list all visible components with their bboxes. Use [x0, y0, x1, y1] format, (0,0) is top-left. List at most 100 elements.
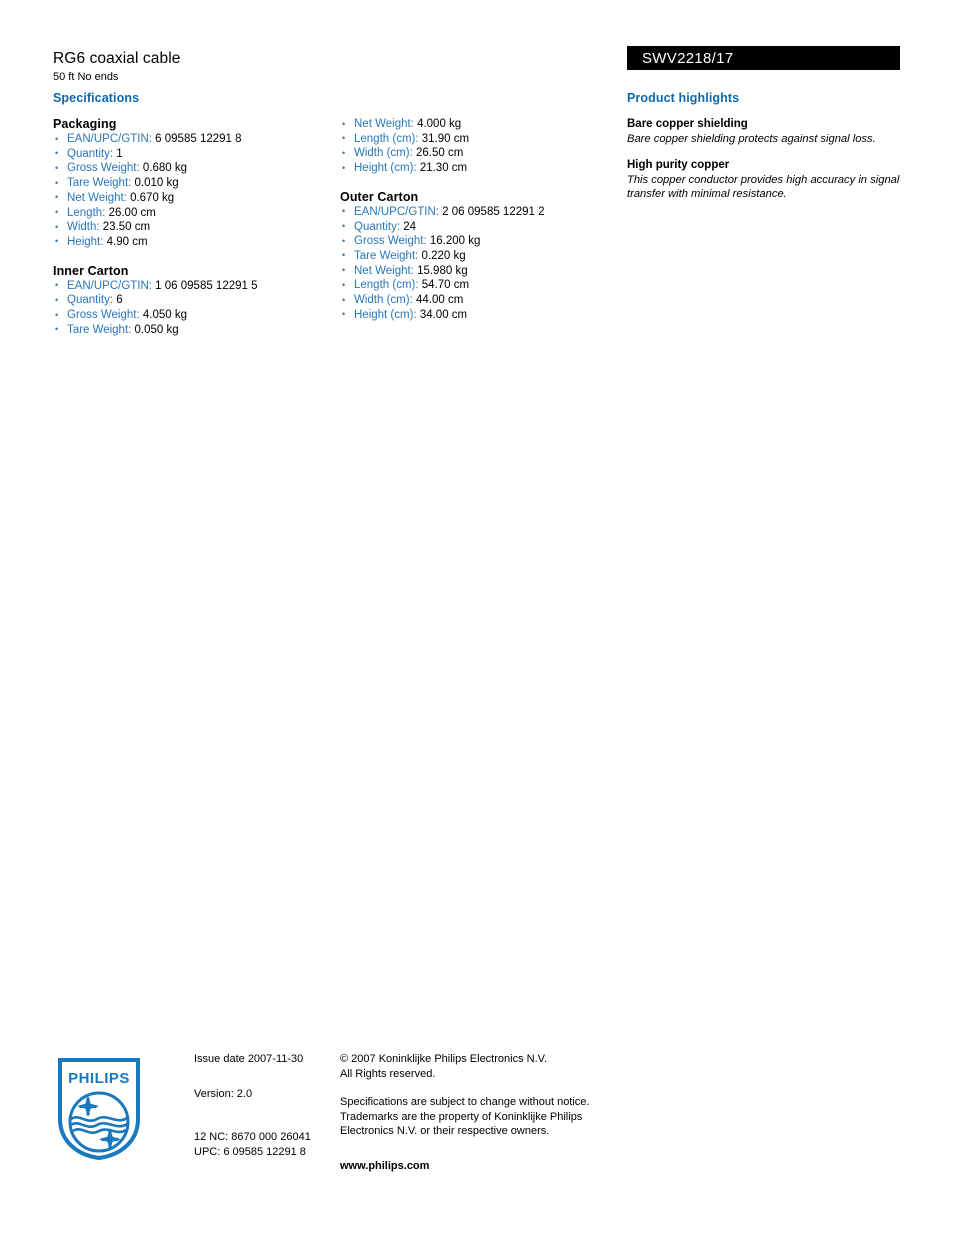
- spec-value: 0.670 kg: [126, 191, 175, 204]
- spec-value: 0.050 kg: [131, 323, 179, 336]
- product-highlights-list: Bare copper shielding Bare copper shieldi…: [627, 117, 927, 213]
- footer-meta-column: Issue date 2007-11-30 Version: 2.0 12 NC…: [194, 1052, 344, 1159]
- spec-value: 6: [113, 294, 123, 307]
- spec-label: Tare Weight:: [67, 323, 132, 336]
- issue-date: Issue date 2007-11-30: [194, 1053, 304, 1065]
- spec-label: Quantity:: [67, 294, 114, 307]
- inner-carton-spec-list-part1: EAN/UPC/GTIN: 1 06 09585 12291 5Quantity…: [53, 278, 343, 338]
- spec-value: 15.980 kg: [413, 264, 468, 277]
- packaging-item: Quantity: 1: [53, 146, 343, 162]
- inner-carton-item: Length (cm): 31.90 cm: [340, 131, 630, 147]
- version: Version: 2.0: [194, 1087, 253, 1100]
- spec-label: Tare Weight:: [67, 177, 132, 190]
- spec-label: EAN/UPC/GTIN:: [67, 279, 152, 292]
- spec-label: Gross Weight:: [67, 162, 140, 175]
- highlight-title: High purity copper: [627, 158, 730, 171]
- spec-value: 4.000 kg: [413, 118, 462, 130]
- svg-text:PHILIPS: PHILIPS: [68, 1070, 130, 1087]
- highlight-description: Bare copper shielding protects against s…: [627, 133, 876, 145]
- footer-legal-column: © 2007 Koninklijke Philips Electronics N…: [340, 1052, 610, 1173]
- website-link[interactable]: www.philips.com: [340, 1159, 610, 1174]
- inner-carton-item: Gross Weight: 4.050 kg: [53, 308, 343, 323]
- spec-label: Length:: [67, 206, 106, 219]
- outer-carton-item: Height (cm): 34.00 cm: [340, 307, 630, 323]
- outer-carton-group-title: Outer Carton: [340, 189, 419, 204]
- disclaimer-text: Specifications are subject to change wit…: [340, 1096, 590, 1137]
- packaging-item: Width: 23.50 cm: [53, 220, 343, 235]
- spec-value: 23.50 cm: [99, 221, 151, 234]
- outer-carton-item: EAN/UPC/GTIN: 2 06 09585 12291 2: [340, 204, 630, 220]
- product-highlights-heading: Product highlights: [627, 91, 740, 105]
- outer-carton-item: Net Weight: 15.980 kg: [340, 263, 630, 279]
- spec-label: Length (cm):: [354, 279, 419, 292]
- highlight-title: Bare copper shielding: [627, 118, 748, 130]
- packaging-spec-list: EAN/UPC/GTIN: 6 09585 12291 8Quantity: 1…: [53, 132, 343, 250]
- spec-value: 4.90 cm: [103, 235, 148, 248]
- spec-value: 44.00 cm: [412, 294, 464, 307]
- spec-value: 54.70 cm: [418, 279, 470, 292]
- highlight-block: High purity copper This copper conductor …: [627, 158, 927, 202]
- spec-column-middle: Net Weight: 4.000 kgLength (cm): 31.90 c…: [340, 117, 630, 322]
- highlight-description: This copper conductor provides high accu…: [627, 173, 900, 201]
- nc-code: 12 NC: 8670 000 26041: [194, 1131, 311, 1143]
- spec-label: Tare Weight:: [354, 249, 419, 262]
- outer-carton-item: Gross Weight: 16.200 kg: [340, 234, 630, 249]
- spec-label: Width:: [67, 221, 100, 234]
- spec-label: Height (cm):: [354, 162, 417, 175]
- spec-value: 21.30 cm: [416, 162, 468, 175]
- spec-label: Gross Weight:: [354, 235, 427, 248]
- inner-carton-item: Quantity: 6: [53, 293, 343, 308]
- spec-value: 26.00 cm: [105, 206, 156, 219]
- spec-value: 0.680 kg: [139, 162, 187, 175]
- spec-label: Quantity:: [354, 220, 401, 233]
- inner-carton-item: Height (cm): 21.30 cm: [340, 161, 630, 176]
- spec-label: Width (cm):: [354, 147, 413, 160]
- spec-sheet-page: RG6 coaxial cable 50 ft No ends SWV2218/…: [0, 0, 954, 1235]
- inner-carton-spec-list-part2: Net Weight: 4.000 kgLength (cm): 31.90 c…: [340, 117, 630, 176]
- packaging-item: Height: 4.90 cm: [53, 234, 343, 250]
- model-number-bar: SWV2218/17: [627, 46, 900, 70]
- inner-carton-item: Tare Weight: 0.050 kg: [53, 322, 343, 338]
- packaging-item: Net Weight: 0.670 kg: [53, 190, 343, 206]
- spec-label: Quantity:: [67, 147, 114, 160]
- packaging-group-title: Packaging: [53, 117, 117, 131]
- spec-label: Height (cm):: [354, 308, 417, 321]
- spec-label: Width (cm):: [354, 294, 413, 307]
- spec-value: 0.010 kg: [131, 177, 179, 190]
- outer-carton-item: Length (cm): 54.70 cm: [340, 278, 630, 293]
- spec-value: 31.90 cm: [418, 132, 470, 145]
- highlight-block: Bare copper shielding Bare copper shieldi…: [627, 117, 927, 147]
- spec-label: EAN/UPC/GTIN:: [354, 205, 439, 218]
- spec-value: 2 06 09585 12291 2: [438, 205, 545, 218]
- spec-label: Height:: [67, 235, 104, 248]
- inner-carton-item: EAN/UPC/GTIN: 1 06 09585 12291 5: [53, 278, 343, 294]
- spec-column-left: Packaging EAN/UPC/GTIN: 6 09585 12291 8Q…: [53, 117, 343, 337]
- spec-value: 6 09585 12291 8: [151, 133, 242, 145]
- spec-value: 34.00 cm: [416, 308, 468, 321]
- spec-value: 16.200 kg: [426, 235, 481, 248]
- model-number-text: SWV2218/17: [642, 50, 734, 67]
- spec-value: 26.50 cm: [412, 147, 464, 160]
- copyright-line-2: All Rights reserved.: [340, 1067, 436, 1080]
- outer-carton-spec-list: EAN/UPC/GTIN: 2 06 09585 12291 2Quantity…: [340, 204, 630, 323]
- packaging-item: Gross Weight: 0.680 kg: [53, 161, 343, 176]
- spec-value: 0.220 kg: [418, 249, 466, 262]
- spec-label: Length (cm):: [354, 132, 419, 145]
- spec-label: Net Weight:: [354, 118, 414, 130]
- upc-code: UPC: 6 09585 12291 8: [194, 1145, 306, 1158]
- spec-value: 1: [113, 147, 123, 160]
- spec-value: 4.050 kg: [139, 309, 187, 322]
- spec-label: Gross Weight:: [67, 309, 140, 322]
- packaging-item: EAN/UPC/GTIN: 6 09585 12291 8: [53, 132, 343, 147]
- specifications-heading: Specifications: [53, 91, 140, 105]
- packaging-item: Length: 26.00 cm: [53, 205, 343, 221]
- spec-value: 24: [400, 220, 417, 233]
- philips-logo: PHILIPS: [58, 1058, 140, 1161]
- spec-label: Net Weight:: [67, 191, 127, 204]
- outer-carton-item: Width (cm): 44.00 cm: [340, 293, 630, 308]
- inner-carton-item: Net Weight: 4.000 kg: [340, 117, 630, 132]
- copyright-line-1: © 2007 Koninklijke Philips Electronics N…: [340, 1053, 548, 1065]
- outer-carton-item: Tare Weight: 0.220 kg: [340, 248, 630, 264]
- inner-carton-group-title: Inner Carton: [53, 263, 129, 278]
- product-title: RG6 coaxial cable: [53, 50, 181, 67]
